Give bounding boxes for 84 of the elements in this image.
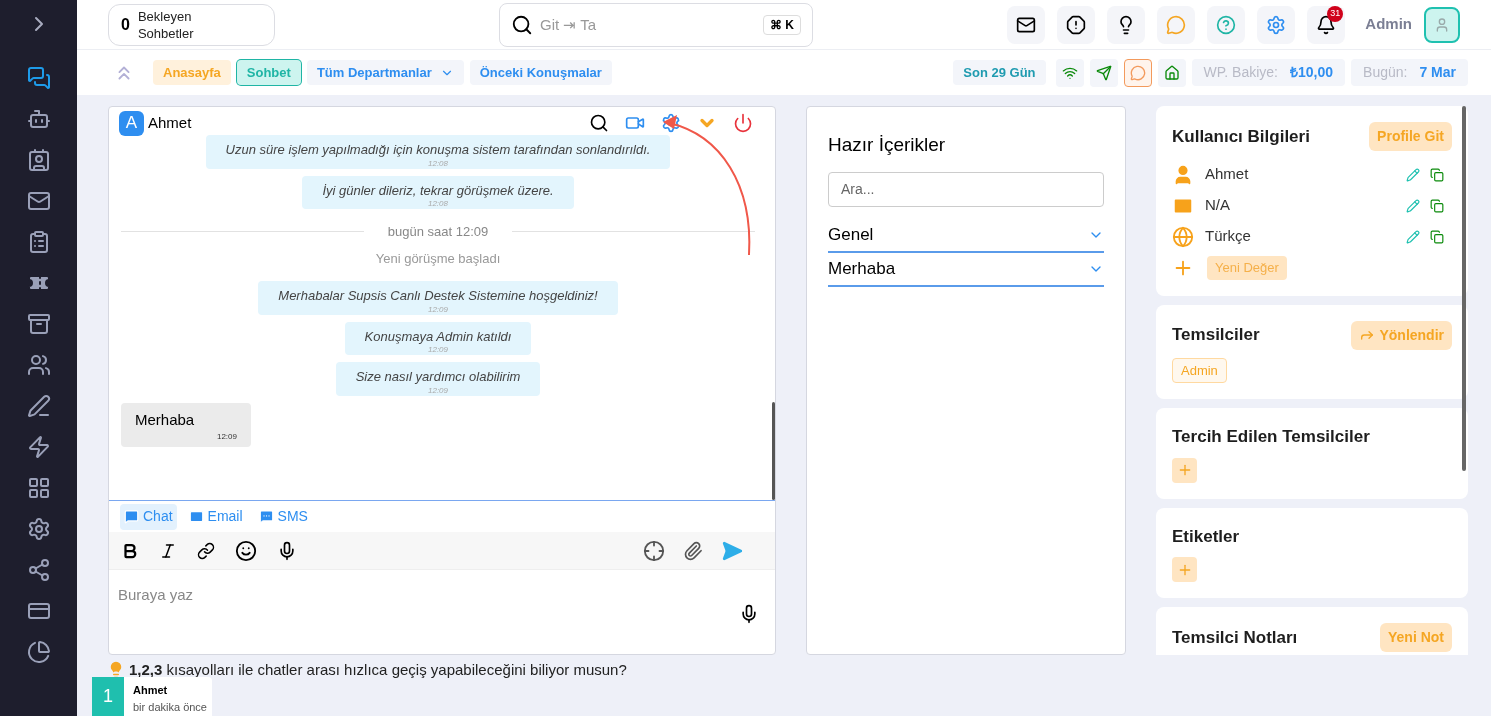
user-name: Admin (1365, 14, 1412, 35)
balance-label: WP. Bakiye: (1203, 63, 1278, 82)
accordion-item[interactable]: Genel (828, 218, 1104, 253)
chat-icon (124, 509, 139, 524)
date-label: Bugün: (1363, 63, 1408, 82)
new-value-button[interactable]: Yeni Değer (1207, 256, 1287, 280)
incoming-message: Merhaba 12:09 (121, 402, 251, 447)
action-button[interactable]: Yeni Not (1380, 623, 1452, 652)
channel-paper-plane-button[interactable] (1089, 58, 1118, 87)
pending-count: 0 (121, 14, 130, 35)
search-icon (511, 13, 533, 36)
copy-icon[interactable] (1430, 229, 1444, 244)
emoji-icon[interactable] (235, 539, 257, 562)
settings-button[interactable] (1257, 5, 1296, 44)
accordion-item[interactable]: Merhaba (828, 252, 1104, 287)
channel-tab[interactable]: SMS (254, 503, 312, 530)
tip-text: 1,2,3 kısayolları ile chatler arası hızlıca geçiş yapabileceğini biliyor musun? (129, 660, 627, 680)
contact-avatar: A (119, 110, 144, 136)
chat-bubble-icon (1129, 64, 1146, 81)
lightbulb-button[interactable] (1107, 5, 1146, 44)
period-label[interactable]: Son 29 Gün (953, 60, 1046, 85)
pending-label: Bekleyen Sohbetler (137, 7, 195, 42)
sms-icon (258, 509, 274, 524)
system-message: Size nasıl yardımcı olabilirim 12:09 (335, 362, 541, 396)
copy-icon[interactable] (1430, 167, 1444, 182)
card-title: Temsilciler (1172, 324, 1260, 347)
channel-tab[interactable]: Chat (120, 503, 177, 530)
contact-name: Ahmet (148, 112, 192, 133)
microphone-icon[interactable] (277, 540, 297, 561)
panel-title: Hazır İçerikler (828, 133, 947, 157)
card-title: Etiketler (1172, 525, 1240, 548)
shortcut-key: ⌘ K (763, 14, 801, 35)
message-input[interactable]: Buraya yaz (109, 570, 775, 654)
location-icon[interactable] (643, 539, 665, 562)
action-button[interactable]: Yönlendir (1351, 320, 1452, 350)
system-message: Merhabalar Supsis Canlı Destek Sistemine hoşgeldiniz! 12:09 (258, 281, 618, 315)
channel-wifi-button[interactable] (1055, 58, 1084, 87)
balance-value: ₺10,00 (1290, 63, 1334, 82)
system-message: İyi günler dileriz, tekrar görüşmek üzere. 12:08 (302, 175, 574, 209)
notifications-button[interactable]: 31 (1307, 5, 1346, 44)
system-message: Konuşmaya Admin katıldı 12:09 (344, 321, 532, 355)
italic-icon[interactable] (159, 541, 177, 560)
active-chat-tab[interactable]: 1 Ahmet bir dakika önce (92, 677, 212, 716)
nav-tab[interactable]: Tüm Departmanlar (306, 60, 464, 85)
field-value: Türkçe (1205, 226, 1251, 247)
copy-icon[interactable] (1430, 198, 1444, 213)
chat-contact-name: Ahmet (133, 683, 169, 698)
card-title: Kullanıcı Bilgileri (1172, 125, 1310, 148)
power-icon[interactable] (733, 113, 753, 133)
nav-tab[interactable]: Anasayfa (153, 60, 231, 85)
alert-button[interactable] (1057, 5, 1096, 44)
bold-icon[interactable] (121, 541, 139, 560)
house-icon (1163, 64, 1180, 81)
notification-badge: 31 (1327, 5, 1344, 22)
date-divider-label: bugün saat 12:09 (387, 223, 489, 241)
date-value: 7 Mar (1419, 63, 1456, 82)
nav-tab[interactable]: Sohbet (236, 60, 301, 85)
field-value: Ahmet (1205, 164, 1249, 185)
microphone-icon[interactable] (739, 604, 759, 624)
agent-tag: Admin (1172, 357, 1227, 383)
globe-icon (1172, 225, 1194, 248)
channel-house-button[interactable] (1157, 58, 1186, 87)
link-icon[interactable] (197, 541, 215, 560)
paper-plane-icon (1095, 64, 1112, 81)
system-message: Uzun süre işlem yapılmadığı için konuşma sistem tarafından sonlandırıldı. 12:08 (205, 135, 671, 169)
search-field[interactable]: Ara... (828, 171, 1104, 207)
notifications-icon (1316, 14, 1337, 35)
chat-time: bir dakika önce (133, 699, 207, 715)
card-title: Temsilci Notları (1172, 626, 1298, 649)
paperclip-icon[interactable] (683, 540, 703, 561)
mail-button[interactable] (1007, 5, 1046, 44)
alert-icon (1066, 14, 1087, 35)
channel-tab[interactable]: Email (184, 503, 247, 530)
settings-icon (1266, 14, 1287, 35)
search-icon[interactable] (589, 113, 609, 133)
field-value: N/A (1205, 195, 1230, 216)
chat-bubble-icon (1166, 14, 1187, 35)
notice-text: Yeni görüşme başladı (375, 249, 501, 268)
action-button[interactable]: Profile Git (1369, 122, 1452, 151)
chat-number: 1 (92, 677, 124, 716)
card-title: Tercih Edilen Temsilciler (1172, 426, 1370, 448)
nav-tab[interactable]: Önceki Konuşmalar (469, 60, 612, 85)
person-icon (1434, 16, 1450, 33)
help-icon (1216, 14, 1237, 35)
